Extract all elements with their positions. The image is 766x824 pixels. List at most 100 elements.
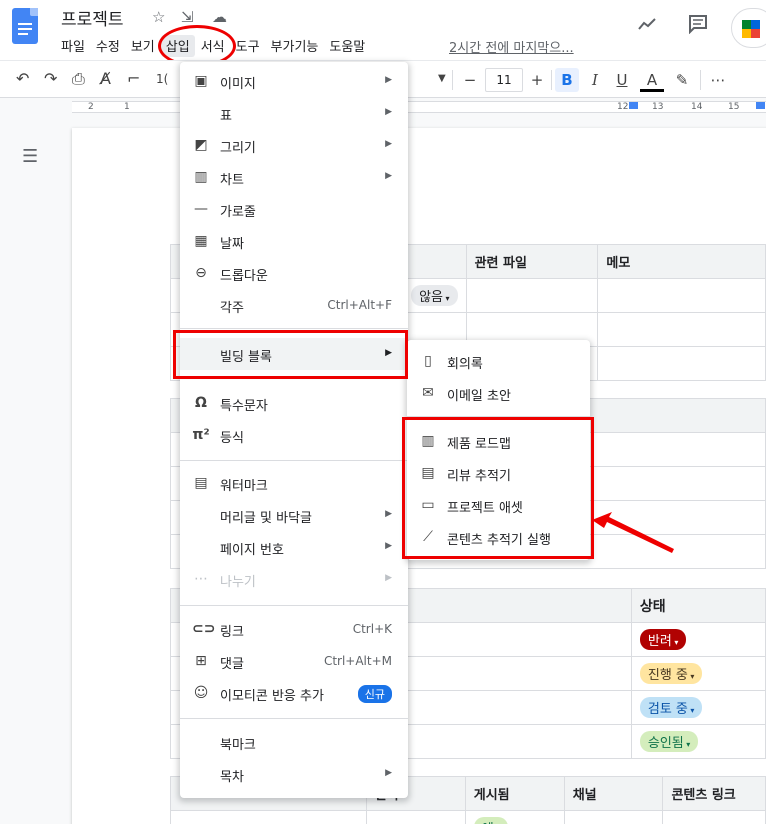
table-header[interactable]: 메모: [597, 244, 766, 279]
menu-item-chart[interactable]: ▥ 차트 ▶: [180, 162, 408, 192]
menu-item-drawing[interactable]: ◩ 그리기 ▶: [180, 130, 408, 160]
horizontal-line-icon: —: [194, 201, 208, 217]
link-icon: ⊂⊃: [192, 621, 216, 637]
annotation-arrow: [592, 512, 674, 553]
status-chip[interactable]: 않음: [411, 285, 458, 306]
zoom-select[interactable]: 1(: [156, 72, 168, 86]
menu-divider: [180, 718, 408, 719]
menu-item-comment[interactable]: ⊞ 댓글 Ctrl+Alt+M: [180, 646, 408, 676]
app-header: 프로젝트 ☆ ⇲ ☁ 파일 수정 보기 삽입 서식 도구 부가기능 도움말 2시…: [0, 0, 766, 67]
font-size-input[interactable]: 11: [485, 68, 523, 92]
underline-button[interactable]: U: [610, 68, 634, 92]
menu-item-date[interactable]: ▦ 날짜: [180, 226, 408, 256]
submenu-arrow-icon: ▶: [385, 509, 392, 519]
table-header-status[interactable]: 상태: [630, 588, 766, 623]
omega-icon: Ω: [195, 395, 207, 411]
equation-icon: π²: [192, 427, 210, 443]
move-folder-icon[interactable]: ⇲: [181, 8, 194, 26]
submenu-arrow-icon: ▶: [385, 573, 392, 583]
redo-icon[interactable]: ↷: [44, 69, 57, 88]
menu-item-email-draft[interactable]: ✉ 이메일 초안: [407, 378, 590, 408]
activity-dashboard-icon[interactable]: [637, 14, 657, 39]
submenu-arrow-icon: ▶: [385, 139, 392, 149]
menu-divider: [180, 460, 408, 461]
date-icon: ▦: [194, 233, 208, 249]
menu-item-footnote[interactable]: 각주 Ctrl+Alt+F: [180, 290, 408, 320]
table-header[interactable]: 관련 파일: [465, 244, 599, 279]
table-header[interactable]: 게시됨: [464, 776, 565, 811]
menu-item-break[interactable]: ⋯ 나누기 ▶: [180, 564, 408, 594]
google-docs-window: 프로젝트 ☆ ⇲ ☁ 파일 수정 보기 삽입 서식 도구 부가기능 도움말 2시…: [0, 0, 766, 824]
email-icon: ✉: [422, 385, 434, 401]
highlight-icon[interactable]: ✎: [670, 68, 694, 92]
meet-icon[interactable]: [731, 8, 766, 48]
menu-item-page-numbers[interactable]: 페이지 번호 ▶: [180, 532, 408, 562]
annotation-box: [402, 417, 594, 559]
menu-item-horizontal-line[interactable]: — 가로줄: [180, 194, 408, 224]
bold-button[interactable]: B: [555, 68, 579, 92]
new-badge: 신규: [357, 685, 392, 703]
menu-item-emoji-reaction[interactable]: ☺ 이모티콘 반응 추가 신규: [180, 678, 408, 708]
menu-edit[interactable]: 수정: [91, 35, 125, 57]
chevron-down-icon[interactable]: ▼: [438, 73, 446, 84]
image-icon: ▣: [194, 73, 208, 89]
comments-icon[interactable]: [688, 14, 708, 39]
decrease-font-size-button[interactable]: −: [458, 68, 482, 92]
comment-icon: ⊞: [195, 653, 207, 669]
document-title[interactable]: 프로젝트: [61, 5, 124, 30]
paint-format-icon[interactable]: ⌐: [127, 69, 140, 88]
status-chip[interactable]: 승인됨: [639, 731, 699, 752]
menu-item-toc[interactable]: 목차 ▶: [180, 759, 408, 789]
spellcheck-icon[interactable]: A̸: [100, 69, 111, 88]
increase-font-size-button[interactable]: +: [525, 68, 549, 92]
menu-item-link[interactable]: ⊂⊃ 링크 Ctrl+K: [180, 614, 408, 644]
emoji-icon: ☺: [193, 685, 209, 701]
undo-icon[interactable]: ↶: [16, 69, 29, 88]
table-header[interactable]: 채널: [563, 776, 664, 811]
submenu-arrow-icon: ▶: [385, 75, 392, 85]
status-chip[interactable]: 검토 중: [639, 697, 703, 718]
menu-view[interactable]: 보기: [126, 35, 160, 57]
indent-marker[interactable]: [629, 102, 638, 109]
menu-item-dropdown[interactable]: ⊖ 드롭다운: [180, 258, 408, 288]
docs-logo-icon[interactable]: [12, 8, 38, 44]
menu-item-meeting-notes[interactable]: ▯ 회의록: [407, 346, 590, 376]
text-color-button[interactable]: A: [640, 68, 664, 92]
cloud-saved-icon: ☁: [212, 8, 227, 26]
menu-item-image[interactable]: ▣ 이미지 ▶: [180, 66, 408, 96]
document-outline-icon[interactable]: ☰: [22, 146, 38, 167]
menu-item-watermark[interactable]: ▤ 워터마크: [180, 468, 408, 498]
menu-item-special-chars[interactable]: Ω 특수문자: [180, 388, 408, 418]
table-header[interactable]: 콘텐츠 링크: [662, 776, 766, 811]
dropdown-icon: ⊖: [195, 265, 207, 281]
shortcut-text: Ctrl+Alt+F: [327, 298, 392, 312]
submenu-arrow-icon: ▶: [385, 768, 392, 778]
menu-item-header-footer[interactable]: 머리글 및 바닥글 ▶: [180, 500, 408, 530]
status-chip[interactable]: 예: [473, 817, 509, 824]
insert-menu: ▣ 이미지 ▶ 표 ▶ ◩ 그리기 ▶ ▥ 차트 ▶ — 가로줄 ▦ 날짜 ⊖ 드롭다운 각주 Ctr…: [180, 62, 408, 798]
italic-button[interactable]: I: [583, 68, 607, 92]
menu-file[interactable]: 파일: [56, 35, 90, 57]
watermark-icon: ▤: [194, 475, 208, 491]
submenu-arrow-icon: ▶: [385, 107, 392, 117]
print-icon[interactable]: ⎙: [72, 69, 85, 89]
more-options-button[interactable]: ⋯: [706, 68, 730, 92]
menu-item-equation[interactable]: π² 등식: [180, 420, 408, 450]
submenu-arrow-icon: ▶: [385, 541, 392, 551]
shortcut-text: Ctrl+K: [352, 622, 392, 636]
menu-help[interactable]: 도움말: [324, 35, 370, 57]
annotation-box: [173, 330, 408, 379]
star-icon[interactable]: ☆: [152, 8, 165, 26]
menu-item-bookmark[interactable]: 북마크: [180, 727, 408, 757]
menu-divider: [180, 328, 408, 329]
menu-divider: [180, 605, 408, 606]
right-margin-marker[interactable]: [756, 102, 765, 109]
document-icon: ▯: [424, 353, 432, 369]
menu-addons[interactable]: 부가기능: [266, 35, 324, 57]
status-chip[interactable]: 진행 중: [639, 663, 703, 684]
menu-item-table[interactable]: 표 ▶: [180, 98, 408, 128]
shortcut-text: Ctrl+Alt+M: [323, 654, 392, 668]
status-chip[interactable]: 반려: [639, 629, 687, 650]
last-edit-link[interactable]: 2시간 전에 마지막으...: [449, 37, 574, 56]
chart-icon: ▥: [194, 169, 208, 185]
